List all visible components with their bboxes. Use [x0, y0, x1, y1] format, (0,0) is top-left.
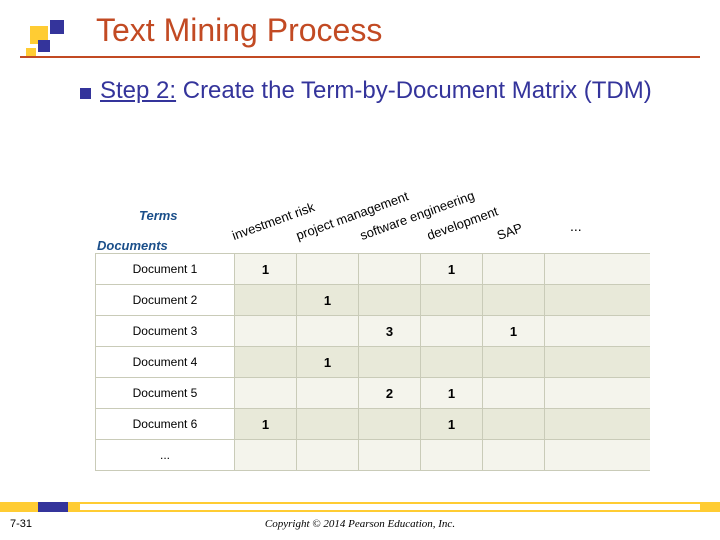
value-cell — [297, 254, 359, 285]
row-trail — [545, 440, 650, 471]
value-cell — [421, 440, 483, 471]
tdm-grid: Document 111Document 21Document 331Docum… — [95, 253, 650, 471]
value-cell — [297, 409, 359, 440]
table-row: Document 3 3 1 — [95, 316, 650, 347]
document-cell: Document 5 — [95, 378, 235, 409]
document-cell: Document 4 — [95, 347, 235, 378]
row-trail — [545, 254, 650, 285]
value-cell: 1 — [421, 409, 483, 440]
value-cell — [235, 378, 297, 409]
document-cell: Document 1 — [95, 254, 235, 285]
value-cell: 1 — [483, 316, 545, 347]
copyright-text: Copyright © 2014 Pearson Education, Inc. — [0, 518, 720, 530]
value-cell — [297, 440, 359, 471]
value-cell: 1 — [297, 347, 359, 378]
table-row: Document 2 1 — [95, 285, 650, 316]
terms-header: Terms — [139, 208, 178, 223]
value-cell — [359, 440, 421, 471]
value-cell — [235, 316, 297, 347]
value-cell — [235, 285, 297, 316]
value-cell — [483, 285, 545, 316]
slide-title: Text Mining Process — [96, 12, 382, 49]
value-cell — [359, 409, 421, 440]
value-cell — [297, 316, 359, 347]
row-trail — [545, 378, 650, 409]
term-label: SAP — [495, 220, 525, 243]
value-cell — [421, 316, 483, 347]
value-cell: 1 — [421, 378, 483, 409]
value-cell — [297, 378, 359, 409]
value-cell — [359, 254, 421, 285]
term-ellipsis: ... — [570, 218, 582, 234]
document-cell: Document 2 — [95, 285, 235, 316]
term-labels: investment risk project management softw… — [235, 158, 655, 253]
value-cell — [235, 347, 297, 378]
title-underline — [20, 56, 700, 58]
table-row: Document 5 21 — [95, 378, 650, 409]
value-cell: 3 — [359, 316, 421, 347]
value-cell — [421, 285, 483, 316]
bullet-icon — [80, 88, 91, 99]
value-cell: 1 — [421, 254, 483, 285]
value-cell — [483, 254, 545, 285]
value-cell: 2 — [359, 378, 421, 409]
footer-bar — [0, 502, 720, 512]
documents-header: Documents — [97, 238, 168, 253]
table-row: Document 611 — [95, 409, 650, 440]
row-trail — [545, 409, 650, 440]
document-cell: Document 3 — [95, 316, 235, 347]
table-row: ... — [95, 440, 650, 471]
slide-subtitle: Step 2: Create the Term-by-Document Matr… — [100, 76, 680, 106]
value-cell: 1 — [297, 285, 359, 316]
row-trail — [545, 316, 650, 347]
table-row: Document 111 — [95, 254, 650, 285]
document-cell: Document 6 — [95, 409, 235, 440]
row-trail — [545, 347, 650, 378]
tdm-figure: Terms Documents investment risk project … — [95, 158, 650, 478]
value-cell — [359, 347, 421, 378]
value-cell — [483, 409, 545, 440]
document-cell: ... — [95, 440, 235, 471]
table-row: Document 4 1 — [95, 347, 650, 378]
value-cell — [359, 285, 421, 316]
value-cell: 1 — [235, 254, 297, 285]
row-trail — [545, 285, 650, 316]
value-cell: 1 — [235, 409, 297, 440]
value-cell — [483, 347, 545, 378]
subtitle-step: Step 2: — [100, 77, 176, 104]
value-cell — [421, 347, 483, 378]
value-cell — [235, 440, 297, 471]
value-cell — [483, 378, 545, 409]
value-cell — [483, 440, 545, 471]
subtitle-text: Create the Term-by-Document Matrix (TDM) — [176, 77, 652, 104]
